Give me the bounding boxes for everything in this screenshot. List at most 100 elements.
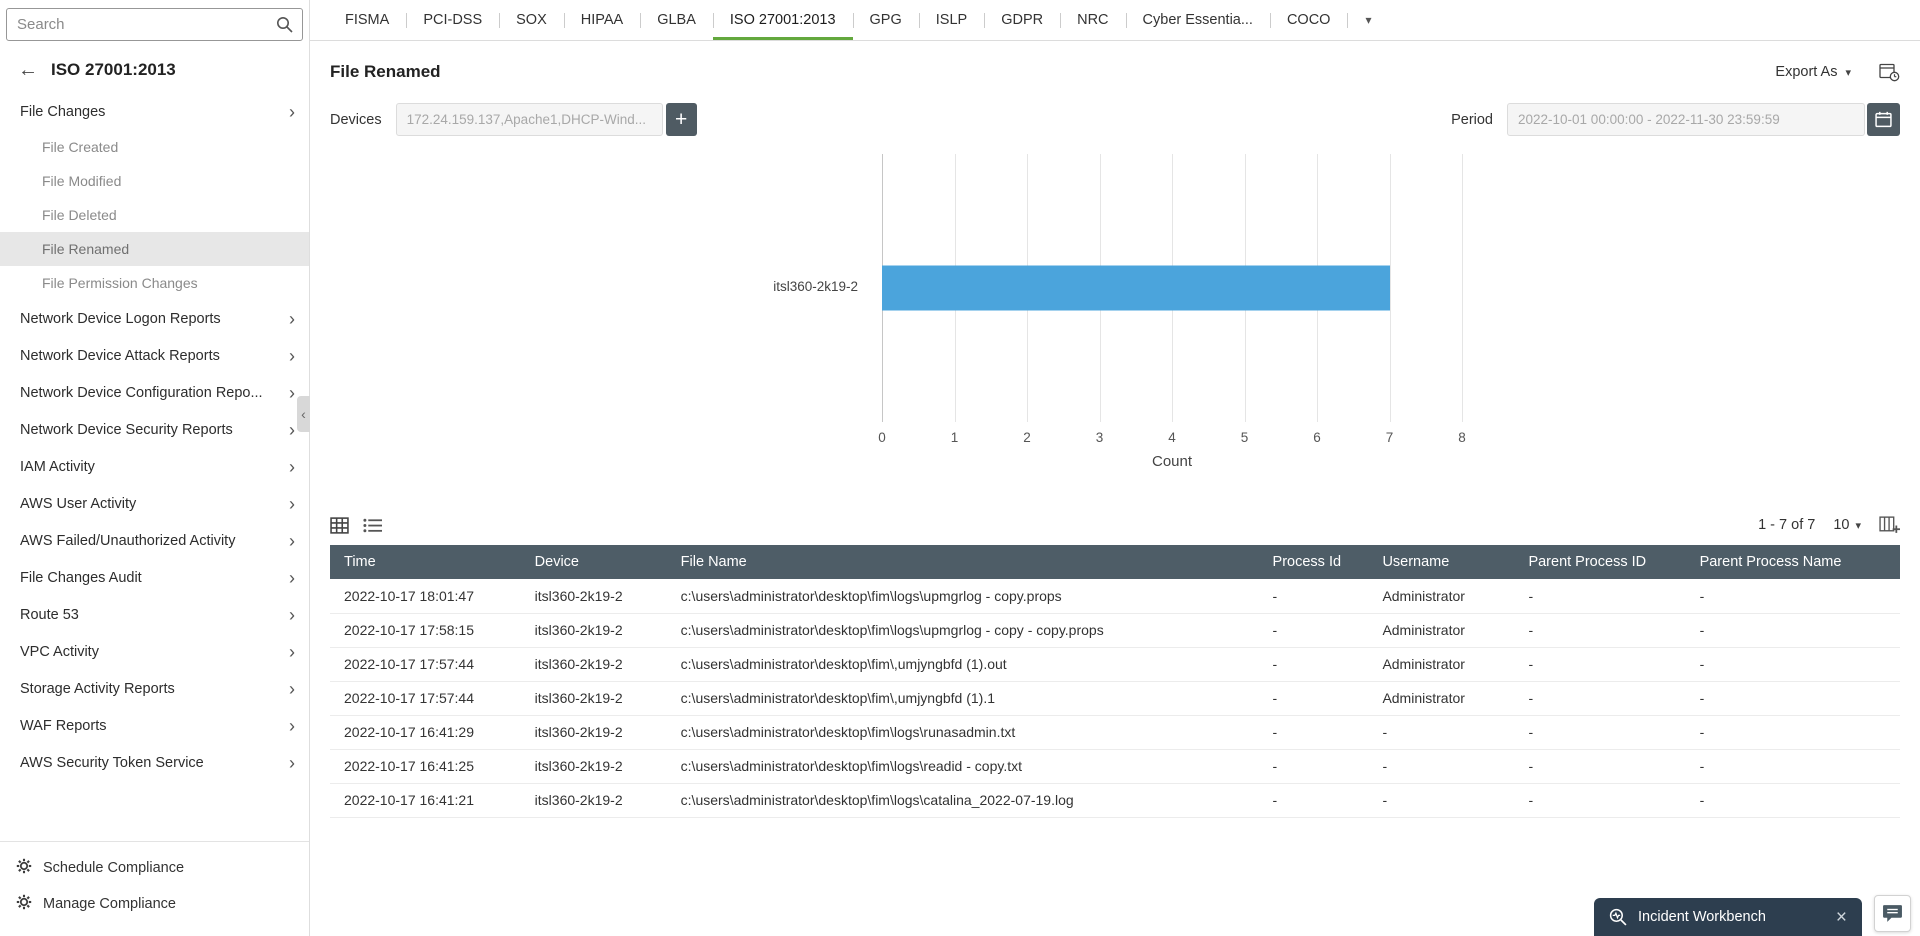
table-cell: itsl360-2k19-2: [524, 715, 671, 750]
column-header-device[interactable]: Device: [524, 545, 671, 579]
devices-input[interactable]: 172.24.159.137,Apache1,DHCP-Wind...: [395, 103, 663, 136]
table-cell: -: [1262, 783, 1373, 818]
tab-gpg[interactable]: GPG: [852, 0, 919, 40]
close-icon[interactable]: ×: [1820, 908, 1847, 927]
list-view-icon[interactable]: [363, 518, 382, 533]
sidebar-item-route-53[interactable]: Route 53 ›: [0, 596, 309, 633]
chevron-right-icon: ›: [289, 101, 295, 122]
tab-nrc[interactable]: NRC: [1060, 0, 1125, 40]
sidebar-collapse-handle[interactable]: ‹: [297, 396, 310, 432]
table-cell: 2022-10-17 17:57:44: [330, 647, 525, 682]
devices-label: Devices: [330, 111, 382, 128]
table-view-icon[interactable]: [330, 516, 349, 534]
tab-sox[interactable]: SOX: [499, 0, 564, 40]
table-cell: Administrator: [1372, 681, 1519, 716]
sidebar-item-network-device-attack-reports[interactable]: Network Device Attack Reports ›: [0, 337, 309, 374]
tab-pci-dss[interactable]: PCI-DSS: [406, 0, 499, 40]
column-header-time[interactable]: Time: [330, 545, 525, 579]
period-input[interactable]: 2022-10-01 00:00:00 - 2022-11-30 23:59:5…: [1507, 103, 1865, 136]
sidebar-item-file-changes[interactable]: File Changes ›: [0, 93, 309, 130]
table-cell: -: [1689, 647, 1900, 682]
manage-compliance-button[interactable]: Manage Compliance: [0, 886, 309, 922]
schedule-compliance-button[interactable]: Schedule Compliance: [0, 850, 309, 886]
page-header: File Renamed Export As ▾: [330, 49, 1900, 95]
table-header-row: Time Device File Name Process Id Username Par…: [330, 545, 1900, 579]
sidebar-item-network-device-security-reports[interactable]: Network Device Security Reports ›: [0, 411, 309, 448]
table-cell: -: [1518, 579, 1690, 614]
column-header-parent-process-id[interactable]: Parent Process ID: [1518, 545, 1690, 579]
tab-gdpr[interactable]: GDPR: [984, 0, 1060, 40]
tab-glba[interactable]: GLBA: [640, 0, 713, 40]
table-row[interactable]: 2022-10-17 16:41:21 itsl360-2k19-2 c:\user…: [330, 783, 1900, 818]
sidebar-item-network-device-configuration-repo[interactable]: Network Device Configuration Repo... ›: [0, 374, 309, 411]
sidebar-subitem-file-permission-changes[interactable]: File Permission Changes: [0, 266, 309, 300]
main-area: FISMA PCI-DSS SOX HIPAA GLBA ISO 27001:2013 GP…: [310, 0, 1920, 936]
sidebar-item-vpc-activity[interactable]: VPC Activity ›: [0, 633, 309, 670]
column-header-parent-process-name[interactable]: Parent Process Name: [1689, 545, 1900, 579]
tab-fisma[interactable]: FISMA: [328, 0, 406, 40]
page-size-select[interactable]: 10 ▾: [1833, 517, 1861, 533]
table-row[interactable]: 2022-10-17 17:58:15 itsl360-2k19-2 c:\user…: [330, 613, 1900, 648]
search-box: [6, 8, 303, 41]
search-icon[interactable]: [276, 16, 293, 38]
chevron-right-icon: ›: [289, 752, 295, 773]
table-cell: -: [1518, 715, 1690, 750]
sidebar-subitem-file-deleted[interactable]: File Deleted: [0, 198, 309, 232]
sidebar-item-iam-activity[interactable]: IAM Activity ›: [0, 448, 309, 485]
table-cell: -: [1262, 579, 1373, 614]
table-cell: Administrator: [1372, 613, 1519, 648]
tab-islp[interactable]: ISLP: [918, 0, 984, 40]
pagination-text: 1 - 7 of 7: [1758, 517, 1816, 533]
export-as-button[interactable]: Export As ▾: [1775, 64, 1851, 80]
chevron-right-icon: ›: [289, 345, 295, 366]
search-input[interactable]: [6, 8, 303, 41]
chevron-right-icon: ›: [289, 678, 295, 699]
x-tick-label: 5: [1240, 430, 1249, 445]
table-row[interactable]: 2022-10-17 17:57:44 itsl360-2k19-2 c:\user…: [330, 647, 1900, 682]
back-arrow-icon[interactable]: ←: [18, 60, 38, 80]
sidebar-item-label: IAM Activity: [20, 458, 95, 475]
sidebar-subitem-file-renamed[interactable]: File Renamed: [0, 232, 309, 266]
schedule-report-icon[interactable]: [1879, 63, 1900, 82]
bar-itsl360-2k19-2[interactable]: [882, 265, 1390, 311]
sidebar-item-storage-activity-reports[interactable]: Storage Activity Reports ›: [0, 670, 309, 707]
table-cell: 2022-10-17 16:41:21: [330, 783, 525, 818]
feedback-chat-button[interactable]: [1874, 895, 1911, 932]
tabs-overflow-button[interactable]: ▾: [1347, 0, 1389, 40]
sidebar-item-aws-security-token-service[interactable]: AWS Security Token Service ›: [0, 744, 309, 781]
sidebar-item-label: AWS Security Token Service: [20, 754, 204, 771]
table-cell: -: [1518, 613, 1690, 648]
table-row[interactable]: 2022-10-17 16:41:25 itsl360-2k19-2 c:\user…: [330, 749, 1900, 784]
manage-columns-icon[interactable]: [1879, 516, 1900, 534]
tab-coco[interactable]: COCO: [1269, 0, 1348, 40]
sidebar-item-file-changes-audit[interactable]: File Changes Audit ›: [0, 559, 309, 596]
table-row[interactable]: 2022-10-17 18:01:47 itsl360-2k19-2 c:\user…: [330, 579, 1900, 614]
chevron-right-icon: ›: [289, 456, 295, 477]
calendar-button[interactable]: [1867, 103, 1900, 136]
caret-down-icon: ▾: [1855, 519, 1861, 532]
incident-workbench-bar[interactable]: Incident Workbench ×: [1594, 898, 1862, 936]
column-header-process-id[interactable]: Process Id: [1262, 545, 1373, 579]
sidebar-item-waf-reports[interactable]: WAF Reports ›: [0, 707, 309, 744]
table-cell: Administrator: [1372, 647, 1519, 682]
results-table: Time Device File Name Process Id Username Par…: [330, 545, 1900, 818]
sidebar-item-aws-failed-unauthorized-activity[interactable]: AWS Failed/Unauthorized Activity ›: [0, 522, 309, 559]
column-header-file-name[interactable]: File Name: [670, 545, 1263, 579]
tab-iso-27001-2013[interactable]: ISO 27001:2013: [712, 0, 853, 40]
table-cell: 2022-10-17 16:41:29: [330, 715, 525, 750]
table-row[interactable]: 2022-10-17 17:57:44 itsl360-2k19-2 c:\user…: [330, 681, 1900, 716]
add-device-button[interactable]: +: [665, 103, 697, 136]
table-cell: c:\users\administrator\desktop\fim\logs\…: [670, 613, 1263, 648]
sidebar-subitem-file-modified[interactable]: File Modified: [0, 164, 309, 198]
tab-hipaa[interactable]: HIPAA: [563, 0, 640, 40]
sidebar-item-network-device-logon-reports[interactable]: Network Device Logon Reports ›: [0, 300, 309, 337]
table-row[interactable]: 2022-10-17 16:41:29 itsl360-2k19-2 c:\user…: [330, 715, 1900, 750]
x-tick-label: 3: [1095, 430, 1104, 445]
sidebar-item-aws-user-activity[interactable]: AWS User Activity ›: [0, 485, 309, 522]
tab-cyber-essentia[interactable]: Cyber Essentia...: [1125, 0, 1270, 40]
sidebar-footer: Schedule Compliance Manage Compliance: [0, 841, 309, 936]
table-cell: -: [1689, 749, 1900, 784]
sidebar-subitem-file-created[interactable]: File Created: [0, 130, 309, 164]
table-cell: -: [1262, 749, 1373, 784]
column-header-username[interactable]: Username: [1372, 545, 1519, 579]
